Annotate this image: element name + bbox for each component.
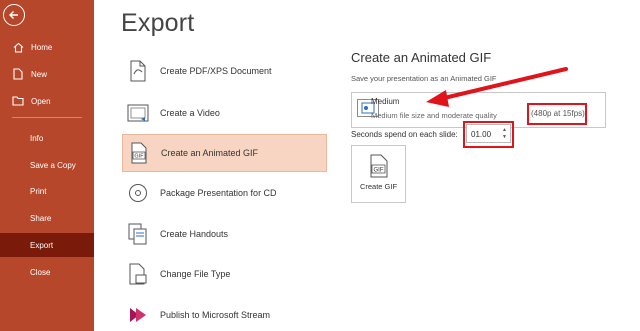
panel-title: Create an Animated GIF <box>351 50 492 65</box>
quality-name: Medium <box>371 97 400 106</box>
quality-description: Medium file size and moderate quality <box>371 111 497 120</box>
video-icon <box>126 100 150 126</box>
create-gif-icon-text: GIF <box>373 167 383 173</box>
sidebar-item-label: New <box>31 69 48 79</box>
sidebar-item-label: Print <box>30 186 47 196</box>
folder-open-icon <box>11 94 25 108</box>
option-label: Publish to Microsoft Stream <box>160 310 271 320</box>
option-label: Create PDF/XPS Document <box>160 66 272 76</box>
option-create-handouts[interactable]: Create Handouts <box>122 215 327 253</box>
create-gif-label: Create GIF <box>359 182 398 191</box>
option-label: Change File Type <box>160 269 231 279</box>
new-file-icon <box>11 67 25 81</box>
handouts-icon <box>126 221 150 247</box>
sidebar-item-share[interactable]: Share <box>0 206 94 230</box>
option-label: Create Handouts <box>160 229 229 239</box>
back-arrow-icon <box>9 11 18 19</box>
option-label: Create a Video <box>160 108 220 118</box>
sidebar-item-export[interactable]: Export <box>0 233 94 257</box>
sidebar-item-label: Save a Copy <box>30 160 76 170</box>
panel-subtitle: Save your presentation as an Animated GI… <box>351 74 497 83</box>
option-create-video[interactable]: Create a Video <box>122 94 327 132</box>
sidebar-item-home[interactable]: Home <box>0 35 94 59</box>
back-button[interactable] <box>3 4 25 26</box>
create-gif-button[interactable]: GIF Create GIF <box>351 145 406 203</box>
option-create-pdf-xps[interactable]: Create PDF/XPS Document <box>122 52 327 90</box>
sidebar-item-print[interactable]: Print <box>0 179 94 203</box>
resolution-highlight-box <box>527 103 587 125</box>
sidebar-item-close[interactable]: Close <box>0 260 94 284</box>
option-label: Create an Animated GIF <box>161 148 259 158</box>
sidebar-item-open[interactable]: Open <box>0 89 94 113</box>
cd-icon <box>126 180 150 206</box>
page-title: Export <box>121 9 195 37</box>
sidebar-item-info[interactable]: Info <box>0 126 94 150</box>
option-publish-to-stream[interactable]: Publish to Microsoft Stream <box>122 296 327 331</box>
sidebar-item-label: Share <box>30 213 52 223</box>
option-label: Package Presentation for CD <box>160 188 277 198</box>
seconds-label: Seconds spend on each slide: <box>351 130 458 139</box>
pdf-document-icon <box>126 58 150 84</box>
option-create-animated-gif[interactable]: GIF Create an Animated GIF <box>122 134 327 172</box>
stream-icon <box>126 302 150 328</box>
create-gif-icon: GIF <box>370 154 387 178</box>
change-file-type-icon <box>126 261 150 287</box>
option-package-for-cd[interactable]: Package Presentation for CD <box>122 174 327 212</box>
sidebar-item-label: Export <box>30 240 54 250</box>
sidebar-item-label: Info <box>30 133 44 143</box>
sidebar-item-new[interactable]: New <box>0 62 94 86</box>
sidebar-item-label: Home <box>31 42 53 52</box>
backstage-sidebar: Home New Open Info Save a Copy Print Sha… <box>0 0 94 331</box>
sidebar-item-label: Open <box>31 96 51 106</box>
home-icon <box>11 40 25 54</box>
sidebar-item-save-a-copy[interactable]: Save a Copy <box>0 153 94 177</box>
sidebar-item-label: Close <box>30 267 51 277</box>
gif-icon-text: GIF <box>134 154 144 160</box>
option-change-file-type[interactable]: Change File Type <box>122 255 327 293</box>
gif-icon: GIF <box>127 140 151 166</box>
sidebar-divider <box>12 117 82 118</box>
seconds-highlight-box <box>463 121 514 148</box>
